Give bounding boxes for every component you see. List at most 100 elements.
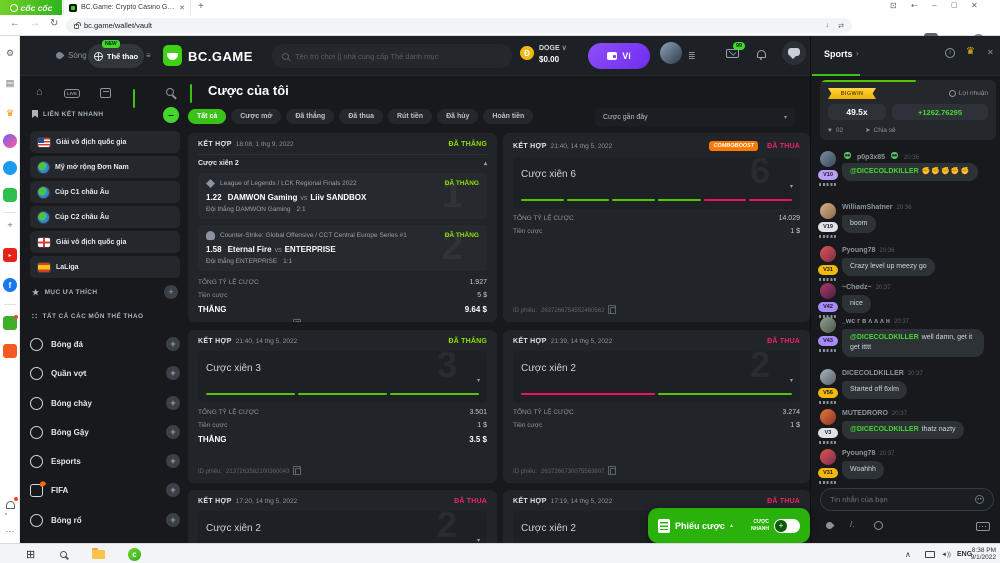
- filter-all[interactable]: Tất cả: [188, 109, 226, 124]
- avatar[interactable]: [820, 246, 836, 262]
- mention[interactable]: @DICECOLDKILLER: [850, 334, 919, 341]
- filter-cashout[interactable]: Rút tiền: [388, 109, 432, 124]
- sidebar-item-basketball[interactable]: Bóng rổ+: [30, 508, 180, 532]
- expand-icon[interactable]: +: [166, 366, 180, 380]
- filter-lost[interactable]: Đã thua: [339, 109, 383, 124]
- tab-arrow-icon[interactable]: ⇠: [911, 1, 918, 10]
- username[interactable]: p0p3x85: [857, 154, 885, 161]
- sidebar-item-esports[interactable]: Esports+: [30, 449, 180, 473]
- username[interactable]: Pyoung78: [842, 450, 875, 457]
- download-icon[interactable]: ↓: [826, 22, 830, 29]
- crown-icon[interactable]: ♛: [3, 106, 17, 120]
- bet-card[interactable]: KẾT HỢP18:08, 1 thg 9, 2022ĐÃ THẮNG Cược…: [188, 133, 497, 322]
- avatar[interactable]: [660, 42, 682, 64]
- file-explorer-icon[interactable]: [92, 550, 105, 559]
- filter-cancelled[interactable]: Đã hủy: [437, 109, 478, 124]
- sidebar-item-usopen[interactable]: Mỹ mở rộng Đơn Nam: [30, 156, 180, 178]
- new-tab-button[interactable]: +: [198, 1, 204, 12]
- bcgame-logo-text[interactable]: BC.GAME: [188, 49, 253, 64]
- sidebar-item-fifa[interactable]: FIFA+: [30, 478, 180, 502]
- forward-button[interactable]: →: [30, 18, 40, 29]
- copy-icon[interactable]: [610, 468, 616, 475]
- avatar[interactable]: [820, 151, 836, 167]
- username[interactable]: Pyoung78: [842, 247, 875, 254]
- sidebar-item-baseball[interactable]: Bóng chày+: [30, 391, 180, 415]
- chat-toggle-icon[interactable]: [782, 41, 806, 65]
- bird-icon[interactable]: [3, 161, 17, 175]
- trophy-icon[interactable]: ♛: [966, 46, 975, 57]
- collapse-quick-links-button[interactable]: –: [163, 107, 179, 123]
- currency-selector[interactable]: DOGE ∨: [539, 44, 567, 52]
- close-button[interactable]: ✕: [971, 1, 978, 10]
- rain-icon[interactable]: [825, 521, 835, 531]
- filter-refund[interactable]: Hoàn tiền: [483, 109, 533, 124]
- panel-tab-sports[interactable]: Sports: [824, 49, 853, 59]
- avatar[interactable]: [820, 369, 836, 385]
- expand-icon[interactable]: +: [166, 396, 180, 410]
- copy-icon[interactable]: [295, 321, 301, 322]
- coccoc-brand-button[interactable]: cốc cốc: [0, 0, 62, 15]
- bet-card[interactable]: KẾT HỢP21:39, 14 thg 5, 2022ĐÃ THUA Cược…: [503, 330, 810, 483]
- clock[interactable]: 8:38 PM9/1/2022: [971, 547, 996, 562]
- translate-icon[interactable]: ⇄: [838, 22, 844, 30]
- hidden-icons-chevron[interactable]: ∧: [905, 550, 911, 559]
- bcgame-logo-icon[interactable]: [163, 45, 182, 66]
- collapse-icon[interactable]: ▴: [484, 160, 487, 167]
- search-input[interactable]: Tên trò chơi || nhà cung cấp Thẻ danh mụ…: [272, 44, 512, 68]
- bet-card[interactable]: KẾT HỢP21:40, 14 thg 5, 2022COMBOBOOSTĐÃ…: [503, 133, 810, 322]
- feed-icon[interactable]: ▤: [3, 76, 17, 90]
- chat-input[interactable]: Tin nhắn của bạn: [820, 488, 994, 511]
- sidebar-item-ucl[interactable]: Cúp C1 châu Âu: [30, 181, 180, 203]
- sidebar-item-laliga[interactable]: LaLiga: [30, 256, 180, 278]
- panel-close-icon[interactable]: ✕: [987, 48, 994, 57]
- share-button[interactable]: ➤Chia sẻ: [865, 126, 896, 134]
- sidebar-item-football[interactable]: Bóng đá+: [30, 332, 180, 356]
- notification-bell-icon[interactable]: [757, 50, 766, 58]
- tab-close-icon[interactable]: ✕: [179, 4, 185, 12]
- sidebar-item-uel[interactable]: Cúp C2 châu Âu: [30, 206, 180, 228]
- avatar[interactable]: [820, 317, 836, 333]
- live-icon[interactable]: LIVE: [64, 89, 80, 98]
- keyboard-icon[interactable]: [976, 522, 990, 531]
- bigwin-share-card[interactable]: BIGWIN Lợi nhuận 49.5x +1262.76295 ♥ 02 …: [820, 80, 996, 140]
- gamepad-icon[interactable]: [3, 188, 17, 202]
- youtube-icon[interactable]: ▸: [3, 248, 17, 262]
- sidebar-item-tennis[interactable]: Quần vợt+: [30, 361, 180, 385]
- cart-icon[interactable]: [3, 344, 17, 358]
- expand-icon[interactable]: ▾: [477, 377, 480, 384]
- commands-icon[interactable]: /.: [850, 520, 854, 529]
- heart-icon[interactable]: ♥: [828, 127, 832, 134]
- username[interactable]: _ᴡᴄ ᴦ ʙ ʌ ʌ ʌ ʜ: [842, 318, 890, 325]
- avatar[interactable]: [820, 409, 836, 425]
- network-icon[interactable]: [925, 551, 935, 558]
- emoji-icon[interactable]: [975, 495, 984, 504]
- quick-bet-toggle[interactable]: [774, 519, 800, 533]
- coccoc-taskbar-icon[interactable]: c: [128, 548, 141, 561]
- avatar[interactable]: [820, 283, 836, 299]
- username[interactable]: WilliamShatner: [842, 204, 893, 211]
- taskbar-search-icon[interactable]: [60, 551, 67, 558]
- expand-icon[interactable]: +: [166, 454, 180, 468]
- copy-icon[interactable]: [295, 468, 301, 475]
- green-app-icon[interactable]: [3, 316, 17, 330]
- coin-tip-icon[interactable]: [874, 521, 883, 530]
- facebook-icon[interactable]: f: [3, 278, 17, 292]
- browser-tab[interactable]: BC.Game: Crypto Casino Gan ✕: [63, 0, 191, 15]
- menu-icon[interactable]: ≡: [146, 51, 151, 60]
- reader-mode-icon[interactable]: ⊡: [890, 1, 897, 10]
- expand-icon[interactable]: +: [166, 483, 180, 497]
- account-menu-icon[interactable]: ≣: [688, 51, 696, 62]
- back-button[interactable]: ←: [10, 18, 20, 29]
- gear-icon[interactable]: ⚙: [3, 46, 17, 60]
- sidebar-search-icon[interactable]: [166, 88, 174, 96]
- username[interactable]: ~Chødz~: [842, 284, 872, 291]
- info-icon[interactable]: i: [945, 48, 955, 58]
- filter-open[interactable]: Cược mở: [231, 109, 281, 124]
- start-button[interactable]: ⊞: [26, 548, 35, 561]
- avatar[interactable]: [820, 203, 836, 219]
- mention[interactable]: @DICECOLDKILLER: [850, 426, 919, 433]
- sidebar-item-league2[interactable]: Giải vô địch quốc gia: [30, 231, 180, 253]
- more-icon[interactable]: ⋯: [3, 524, 17, 538]
- sidebar-item-league1[interactable]: Giải vô địch quốc gia: [30, 131, 180, 153]
- username[interactable]: MUTEDRORO: [842, 410, 888, 417]
